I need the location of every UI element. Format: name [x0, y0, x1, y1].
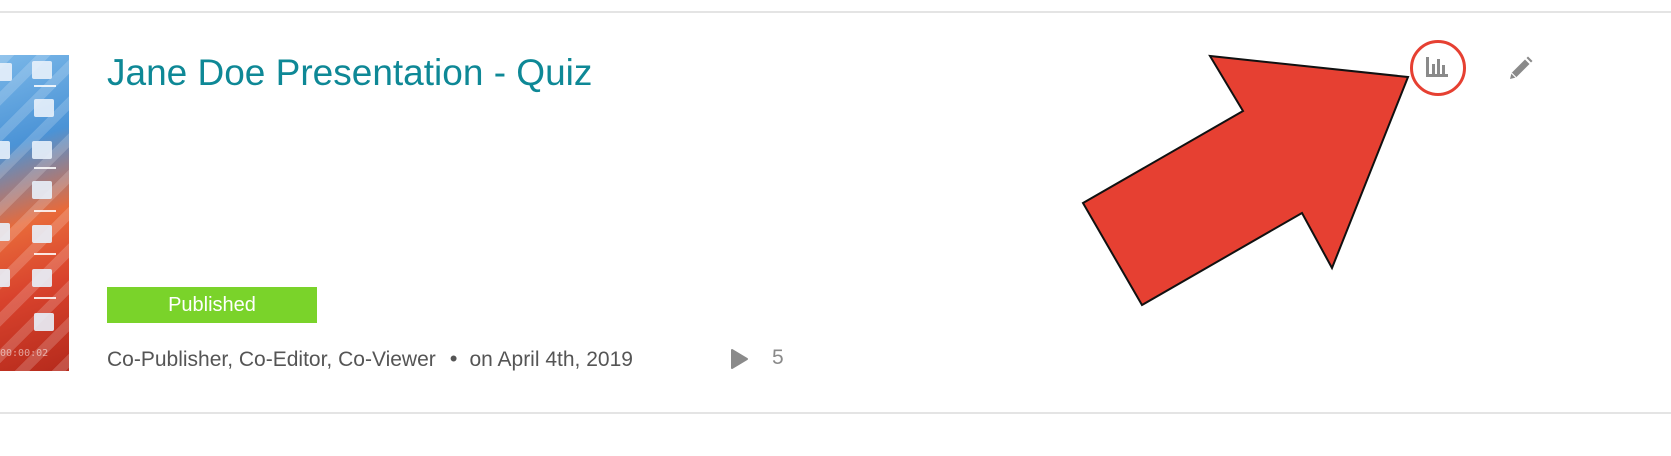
thumbnail-desktop-icon: [0, 63, 12, 81]
item-roles: Co-Publisher, Co-Editor, Co-Viewer: [107, 348, 436, 371]
video-thumbnail[interactable]: 00:00:02: [0, 55, 69, 371]
thumbnail-icon-label: [34, 85, 56, 87]
bar-chart-icon: [1426, 57, 1448, 77]
thumbnail-timestamp: 00:00:02: [0, 348, 49, 359]
thumbnail-icon-label: [34, 167, 56, 169]
row-top-divider: [0, 11, 1671, 13]
thumbnail-desktop-icon: [0, 141, 10, 159]
thumbnail-desktop-icon: [0, 269, 10, 287]
item-title-link[interactable]: Jane Doe Presentation - Quiz: [107, 52, 592, 94]
meta-separator: •: [449, 346, 458, 371]
thumbnail-desktop-icon: [32, 61, 52, 79]
thumbnail-desktop-icon: [32, 225, 52, 243]
status-badge: Published: [107, 287, 317, 323]
thumbnail-desktop-icon: [32, 269, 52, 287]
thumbnail-icon-label: [34, 253, 56, 255]
item-meta: Co-Publisher, Co-Editor, Co-Viewer • on Ap…: [107, 346, 633, 372]
thumbnail-icon-label: [34, 210, 56, 212]
play-count: 5: [772, 346, 784, 369]
row-bottom-divider: [0, 412, 1671, 414]
thumbnail-desktop-icon: [0, 223, 10, 241]
analytics-button[interactable]: [1410, 40, 1466, 96]
thumbnail-icon-label: [34, 297, 56, 299]
thumbnail-desktop-icon: [32, 181, 52, 199]
thumbnail-desktop-icon: [34, 313, 54, 331]
pencil-icon[interactable]: [1507, 56, 1533, 82]
item-date: on April 4th, 2019: [469, 348, 633, 371]
thumbnail-desktop-icon: [32, 141, 52, 159]
thumbnail-desktop-icon: [34, 99, 54, 117]
play-icon: [731, 349, 748, 369]
